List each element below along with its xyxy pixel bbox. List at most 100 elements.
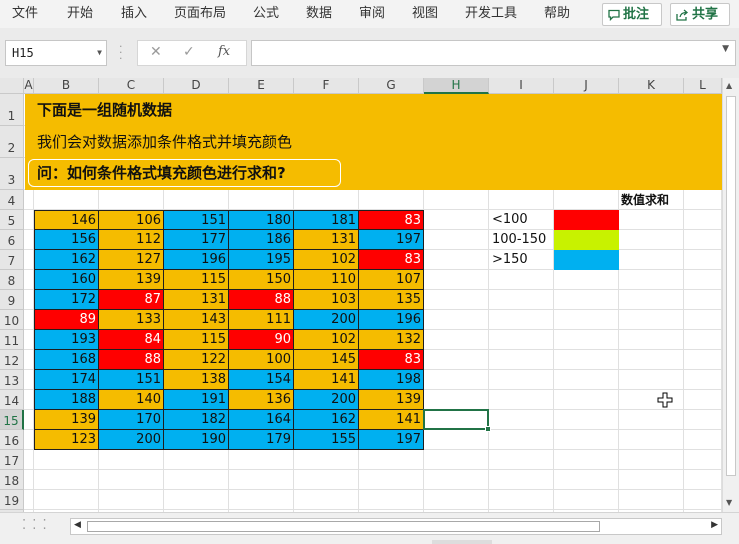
data-cell[interactable]: 191 (164, 390, 229, 410)
row-header-18[interactable]: 18 (0, 470, 24, 490)
data-cell[interactable]: 160 (34, 270, 99, 290)
row-header-4[interactable]: 4 (0, 190, 24, 210)
column-header-g[interactable]: G (359, 78, 424, 94)
column-header-a[interactable]: A (24, 78, 34, 94)
data-cell[interactable]: 90 (229, 330, 294, 350)
menu-data[interactable]: 数据 (306, 6, 332, 22)
data-cell[interactable]: 155 (294, 430, 359, 450)
enter-icon[interactable]: ✓ (183, 44, 195, 60)
name-box[interactable]: H15 ▼ (5, 40, 107, 66)
data-cell[interactable]: 139 (99, 270, 164, 290)
data-cell[interactable]: 127 (99, 250, 164, 270)
column-header-h[interactable]: H (424, 78, 489, 94)
data-cell[interactable]: 131 (164, 290, 229, 310)
vertical-scrollbar[interactable]: ▲ ▼ (722, 78, 739, 512)
data-cell[interactable]: 135 (359, 290, 424, 310)
scroll-up-icon[interactable]: ▲ (726, 81, 732, 90)
drag-handle-icon[interactable]: · · · (119, 41, 123, 64)
data-cell[interactable]: 131 (294, 230, 359, 250)
row-header-10[interactable]: 10 (0, 310, 24, 330)
data-cell[interactable]: 106 (99, 210, 164, 230)
selected-cell[interactable] (423, 409, 489, 430)
data-cell[interactable]: 115 (164, 330, 229, 350)
data-cell[interactable]: 195 (229, 250, 294, 270)
menu-formulas[interactable]: 公式 (253, 6, 279, 22)
data-cell[interactable]: 151 (164, 210, 229, 230)
cancel-icon[interactable]: ✕ (150, 44, 162, 60)
data-cell[interactable]: 103 (294, 290, 359, 310)
scroll-down-icon[interactable]: ▼ (726, 498, 732, 507)
row-header-7[interactable]: 7 (0, 250, 24, 270)
data-cell[interactable]: 115 (164, 270, 229, 290)
data-cell[interactable]: 181 (294, 210, 359, 230)
chevron-down-icon[interactable]: ▼ (97, 41, 102, 65)
data-cell[interactable]: 150 (229, 270, 294, 290)
data-cell[interactable]: 83 (359, 350, 424, 370)
row-header-6[interactable]: 6 (0, 230, 24, 250)
data-cell[interactable]: 146 (34, 210, 99, 230)
column-header-l[interactable]: L (684, 78, 722, 94)
data-cell[interactable]: 145 (294, 350, 359, 370)
expand-chevron-icon[interactable]: ▼ (722, 44, 729, 54)
data-cell[interactable]: 102 (294, 250, 359, 270)
data-cell[interactable]: 151 (99, 370, 164, 390)
data-cell[interactable]: 138 (164, 370, 229, 390)
column-header-k[interactable]: K (619, 78, 684, 94)
data-cell[interactable]: 162 (294, 410, 359, 430)
data-cell[interactable]: 172 (34, 290, 99, 310)
column-header-i[interactable]: I (489, 78, 554, 94)
data-cell[interactable]: 141 (294, 370, 359, 390)
menu-developer[interactable]: 开发工具 (465, 6, 517, 22)
scroll-right-icon[interactable]: ▶ (711, 520, 718, 530)
data-cell[interactable]: 186 (229, 230, 294, 250)
data-cell[interactable]: 141 (359, 410, 424, 430)
column-header-d[interactable]: D (164, 78, 229, 94)
data-cell[interactable]: 200 (294, 390, 359, 410)
data-cell[interactable]: 196 (359, 310, 424, 330)
column-header-f[interactable]: F (294, 78, 359, 94)
row-header-13[interactable]: 13 (0, 370, 24, 390)
data-cell[interactable]: 111 (229, 310, 294, 330)
formula-input[interactable]: ▼ (251, 40, 736, 66)
horizontal-scroll-thumb[interactable] (87, 521, 600, 532)
menu-help[interactable]: 帮助 (544, 6, 570, 22)
select-all-corner[interactable] (0, 78, 24, 94)
column-header-b[interactable]: B (34, 78, 99, 94)
data-cell[interactable]: 107 (359, 270, 424, 290)
data-cell[interactable]: 139 (359, 390, 424, 410)
row-header-12[interactable]: 12 (0, 350, 24, 370)
row-header-15[interactable]: 15 (0, 410, 24, 430)
data-cell[interactable]: 200 (99, 430, 164, 450)
row-header-19[interactable]: 19 (0, 490, 24, 510)
row-header-9[interactable]: 9 (0, 290, 24, 310)
row-header-1[interactable]: 1 (0, 94, 24, 126)
data-cell[interactable]: 174 (34, 370, 99, 390)
data-cell[interactable]: 110 (294, 270, 359, 290)
data-cell[interactable]: 140 (99, 390, 164, 410)
column-header-e[interactable]: E (229, 78, 294, 94)
data-cell[interactable]: 132 (359, 330, 424, 350)
horizontal-scrollbar[interactable]: ◀ ▶ (70, 518, 722, 535)
data-cell[interactable]: 122 (164, 350, 229, 370)
data-cell[interactable]: 83 (359, 250, 424, 270)
row-header-17[interactable]: 17 (0, 450, 24, 470)
data-cell[interactable]: 156 (34, 230, 99, 250)
menu-file[interactable]: 文件 (12, 6, 38, 22)
data-cell[interactable]: 190 (164, 430, 229, 450)
insert-function-icon[interactable]: fx (218, 44, 230, 59)
data-cell[interactable]: 200 (294, 310, 359, 330)
menu-page-layout[interactable]: 页面布局 (174, 6, 226, 22)
column-header-c[interactable]: C (99, 78, 164, 94)
share-button[interactable]: 共享 (670, 3, 730, 26)
data-cell[interactable]: 197 (359, 230, 424, 250)
data-cell[interactable]: 179 (229, 430, 294, 450)
data-cell[interactable]: 164 (229, 410, 294, 430)
data-cell[interactable]: 143 (164, 310, 229, 330)
data-cell[interactable]: 136 (229, 390, 294, 410)
data-cell[interactable]: 177 (164, 230, 229, 250)
data-cell[interactable]: 84 (99, 330, 164, 350)
data-cell[interactable]: 198 (359, 370, 424, 390)
data-cell[interactable]: 182 (164, 410, 229, 430)
data-cell[interactable]: 88 (229, 290, 294, 310)
comments-button[interactable]: 批注 (602, 3, 662, 26)
